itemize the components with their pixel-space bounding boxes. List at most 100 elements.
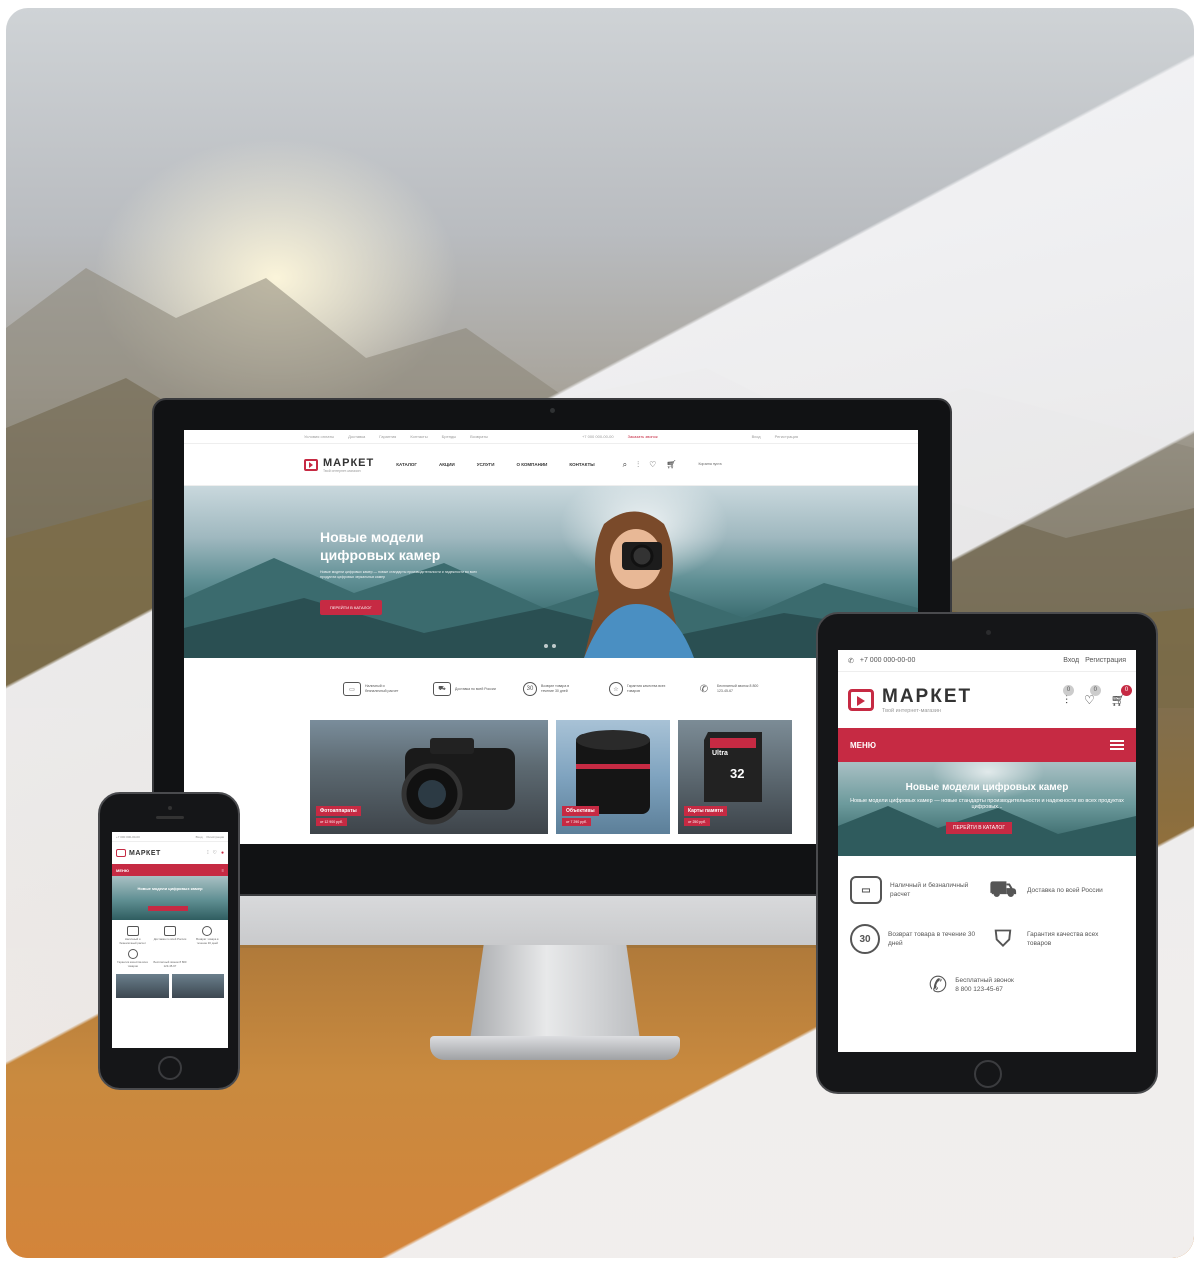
login-link[interactable]: Вход — [196, 835, 203, 839]
wallet-icon: ▭ — [850, 876, 882, 904]
cart-icon[interactable]: ● — [221, 850, 224, 856]
favorites-count: 0 — [1089, 684, 1101, 696]
menu-label: МЕНЮ — [116, 867, 130, 873]
hero-title: Новые модели цифровых камер — [137, 886, 203, 891]
category-tile-memory-cards[interactable]: Ultra 32 Карты памяти от 250 руб. — [678, 720, 792, 834]
nav-catalog[interactable]: КАТАЛОГ — [396, 462, 417, 467]
feature-item: Бесплатный звонок 8 800 123-45-67 — [153, 949, 186, 968]
tablet-menu-bar[interactable]: МЕНЮ — [838, 728, 1136, 762]
hero-catalog-button[interactable]: ПЕРЕЙТИ В КАТАЛОГ — [320, 600, 382, 615]
tile-price: от 7 290 руб. — [562, 818, 591, 826]
hero-woman-with-camera — [584, 511, 694, 658]
feature-item: ✆ Бесплатный звонок 8 800 123-45-67 — [695, 682, 759, 696]
category-tile-cameras[interactable]: Фотоаппараты от 12 900 руб. — [310, 720, 548, 834]
nav-services[interactable]: УСЛУГИ — [477, 462, 495, 467]
logo-icon — [304, 458, 318, 471]
topbar-link[interactable]: Условия оплаты — [304, 434, 334, 439]
desktop-topbar: Условия оплаты Доставка Гарантия Контакт… — [184, 430, 918, 444]
login-link[interactable]: Вход — [752, 434, 761, 439]
hero-catalog-button[interactable]: ПЕРЕЙТИ В КАТАЛОГ — [946, 822, 1013, 834]
hero-catalog-button[interactable] — [148, 906, 188, 911]
nav-contacts[interactable]: КОНТАКТЫ — [569, 462, 594, 467]
menu-label: МЕНЮ — [850, 740, 877, 750]
topbar-link[interactable]: Возвраты — [470, 434, 488, 439]
logo-text[interactable]: МАРКЕТ — [129, 850, 161, 857]
topbar-link[interactable]: Доставка — [348, 434, 365, 439]
return-30-icon: 30 — [850, 924, 880, 954]
phone-icon — [164, 949, 176, 959]
free-call-number: 8 800 123-45-67 — [955, 986, 1003, 993]
feature-item: ▭ Наличный и безналичный расчет — [343, 682, 407, 696]
logo-icon[interactable] — [848, 689, 874, 711]
logo-icon[interactable] — [116, 849, 126, 857]
memory-card-brand: Ultra — [712, 750, 728, 757]
category-tile[interactable] — [171, 974, 224, 998]
tablet-screen: ✆ +7 000 000-00-00 Вход Регистрация МАРК… — [838, 650, 1136, 1052]
tablet-header: МАРКЕТ Твой интернет-магазин ⫶ 0 ♡ 0 🛒︎ 0 — [838, 672, 1136, 728]
tile-label: Фотоаппараты — [316, 806, 361, 816]
favorites-icon[interactable]: ♡ 0 — [1084, 684, 1101, 708]
register-link[interactable]: Регистрация — [206, 835, 224, 839]
logo[interactable]: МАРКЕТ Твой интернет-магазин — [882, 686, 972, 714]
tile-label: Карты памяти — [684, 806, 727, 816]
cart-count: 0 — [1121, 684, 1132, 696]
tile-price: от 12 900 руб. — [316, 818, 347, 826]
register-link[interactable]: Регистрация — [1085, 657, 1126, 664]
hamburger-icon[interactable]: ≡ — [222, 868, 224, 873]
topbar-link[interactable]: Контакты — [410, 434, 427, 439]
phone-speaker — [156, 816, 184, 819]
topbar-link[interactable]: Бренды — [442, 434, 457, 439]
compare-icon[interactable]: ⫶ 0 — [1063, 684, 1074, 708]
truck-icon: ⛟ — [989, 875, 1017, 901]
features-row: ▭ Наличный и безналичный расчет ⛟ Достав… — [184, 658, 918, 720]
phone-hero: Новые модели цифровых камер — [112, 876, 228, 920]
cart-label[interactable]: Корзина пуста — [698, 462, 721, 467]
cart-icon[interactable]: 🛒︎ — [666, 460, 676, 470]
lens-image — [576, 730, 650, 814]
callback-link[interactable]: Заказать звонок — [628, 434, 658, 439]
hamburger-icon[interactable] — [1110, 740, 1124, 750]
category-tile-lenses[interactable]: Объективы от 7 290 руб. — [556, 720, 670, 834]
feature-item: Наличный и безналичный расчет — [116, 926, 149, 945]
compare-icon[interactable]: ⫶ — [637, 460, 639, 470]
monitor-camera — [550, 408, 555, 413]
logo-tagline: Твой интернет-магазин — [323, 468, 361, 473]
feature-item: ⛟ Доставка по всей России — [433, 682, 497, 696]
phone-home-button[interactable] — [158, 1056, 182, 1080]
register-link[interactable]: Регистрация — [775, 434, 798, 439]
slider-dots[interactable] — [544, 644, 556, 648]
wallet-icon — [126, 926, 139, 936]
compare-icon[interactable]: ⫶ — [207, 850, 208, 856]
favorites-icon[interactable]: ♡ — [649, 460, 656, 470]
desktop-navbar: МАРКЕТ Твой интернет-магазин КАТАЛОГ АКЦ… — [184, 444, 918, 486]
monitor-stand — [470, 945, 640, 1040]
feature-item: ▭ Наличный и безналичный расчет — [850, 876, 987, 904]
tablet-hero: Новые модели цифровых камер Новые модели… — [838, 762, 1136, 856]
phone-features: Наличный и безналичный расчет Доставка п… — [112, 920, 228, 968]
logo[interactable]: МАРКЕТ Твой интернет-магазин — [304, 457, 374, 473]
category-tile[interactable] — [116, 974, 169, 998]
feature-item: ☆ Гарантия качества всех товаров — [609, 682, 669, 696]
logo-text: МАРКЕТ — [323, 456, 375, 469]
desktop-screen: Условия оплаты Доставка Гарантия Контакт… — [184, 430, 918, 844]
feature-item: Возврат товара в течение 30 дней — [191, 926, 224, 945]
feature-item: Гарантия качества всех товаров — [116, 949, 149, 968]
return-30-icon — [202, 926, 213, 936]
feature-item: Доставка по всей России — [153, 926, 186, 945]
search-icon[interactable]: ⌕ — [623, 460, 627, 470]
shield-star-icon — [127, 949, 138, 959]
tablet-home-button[interactable] — [974, 1060, 1002, 1088]
cart-icon[interactable]: 🛒︎ 0 — [1111, 684, 1132, 708]
phone-topbar: +7 000 000-00-00 Вход Регистрация — [112, 832, 228, 842]
phone-menu-bar[interactable]: МЕНЮ ≡ — [112, 864, 228, 876]
free-call-block[interactable]: ✆ Бесплатный звонок 8 800 123-45-67 — [838, 972, 1136, 998]
phone-screen: +7 000 000-00-00 Вход Регистрация МАРКЕТ… — [112, 832, 228, 1048]
tablet-features: ▭ Наличный и безналичный расчет ⛟ Достав… — [838, 856, 1136, 954]
nav-promotions[interactable]: АКЦИИ — [439, 462, 455, 467]
login-link[interactable]: Вход — [1063, 657, 1079, 664]
nav-about[interactable]: О КОМПАНИИ — [516, 462, 547, 467]
shield-star-icon: ⛉ — [994, 926, 1012, 951]
favorites-icon[interactable]: ♡ — [212, 850, 216, 856]
phone-number: +7 000 000-00-00 — [116, 834, 140, 839]
topbar-link[interactable]: Гарантия — [379, 434, 396, 439]
